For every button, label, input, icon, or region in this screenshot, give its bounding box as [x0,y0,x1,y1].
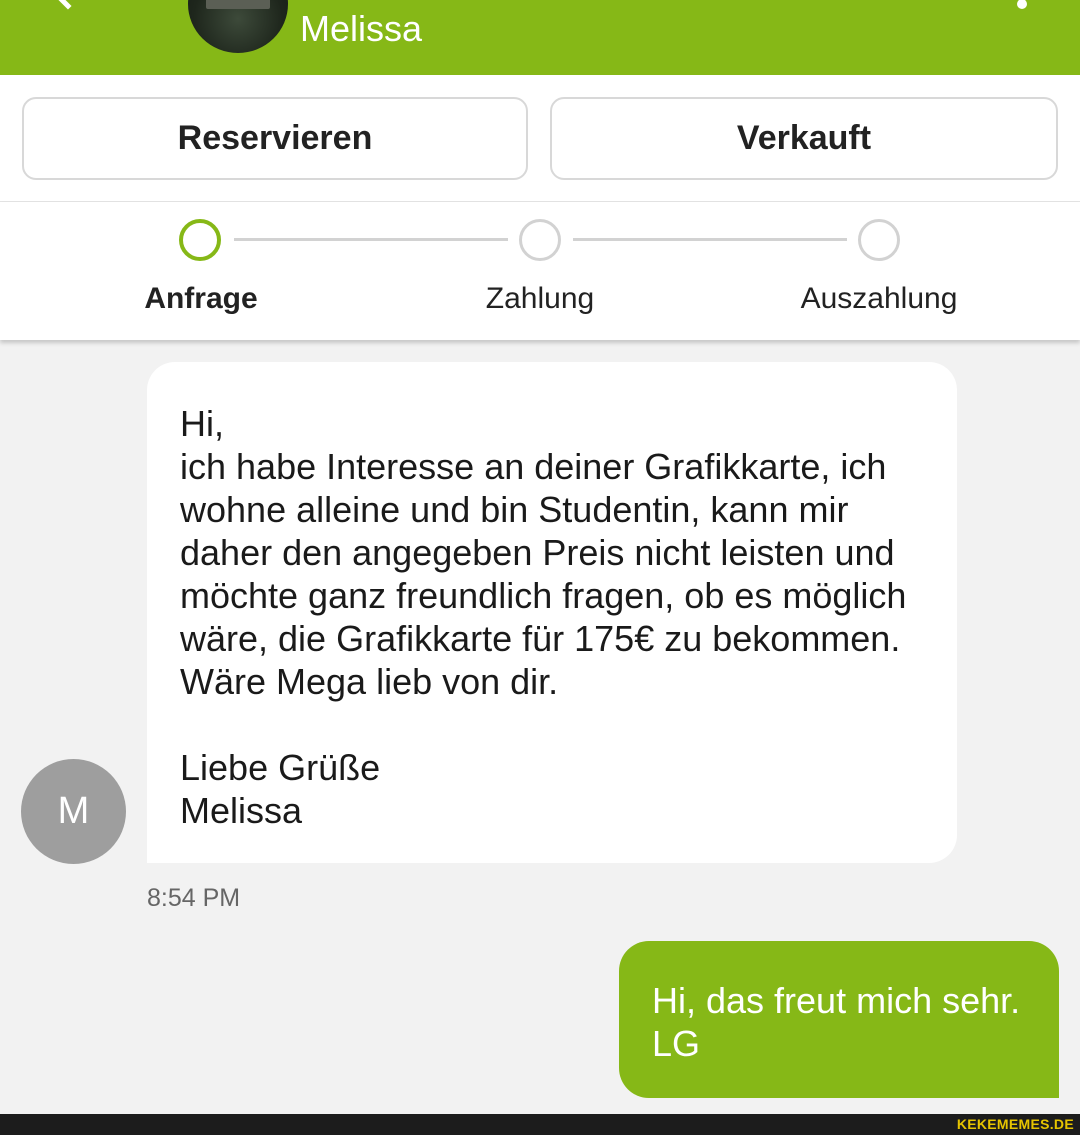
step-indicator-request [179,219,221,261]
step-connector [573,238,847,241]
sold-button[interactable]: Verkauft [550,97,1058,180]
step-label-payout: Auszahlung [800,282,958,315]
step-label-request: Anfrage [144,282,258,315]
outgoing-message-bubble[interactable]: Hi, das freut mich sehr. LG [619,941,1059,1098]
watermark-bar [0,1114,1080,1135]
app-header: Melissa [0,0,1080,75]
transaction-actions: Reservieren Verkauft [0,75,1080,202]
sender-avatar[interactable]: M [21,759,126,864]
contact-avatar[interactable] [188,0,288,53]
step-indicator-payment [519,219,561,261]
contact-name[interactable]: Melissa [300,8,422,50]
step-label-payment: Zahlung [485,282,595,315]
back-arrow-icon[interactable] [48,0,104,30]
more-vertical-icon[interactable] [1010,0,1034,26]
watermark-text: KEKEMEMES.DE [956,1116,1074,1132]
step-connector [234,238,508,241]
reserve-button[interactable]: Reservieren [22,97,528,180]
incoming-message-bubble[interactable]: Hi, ich habe Interesse an deiner Grafikk… [147,362,957,863]
message-timestamp: 8:54 PM [147,884,241,912]
transaction-stepper: Anfrage Zahlung Auszahlung [0,202,1080,340]
message-text: Hi, das freut mich sehr. LG [652,980,1021,1064]
message-text: Hi, ich habe Interesse an deiner Grafikk… [180,403,907,831]
step-indicator-payout [858,219,900,261]
